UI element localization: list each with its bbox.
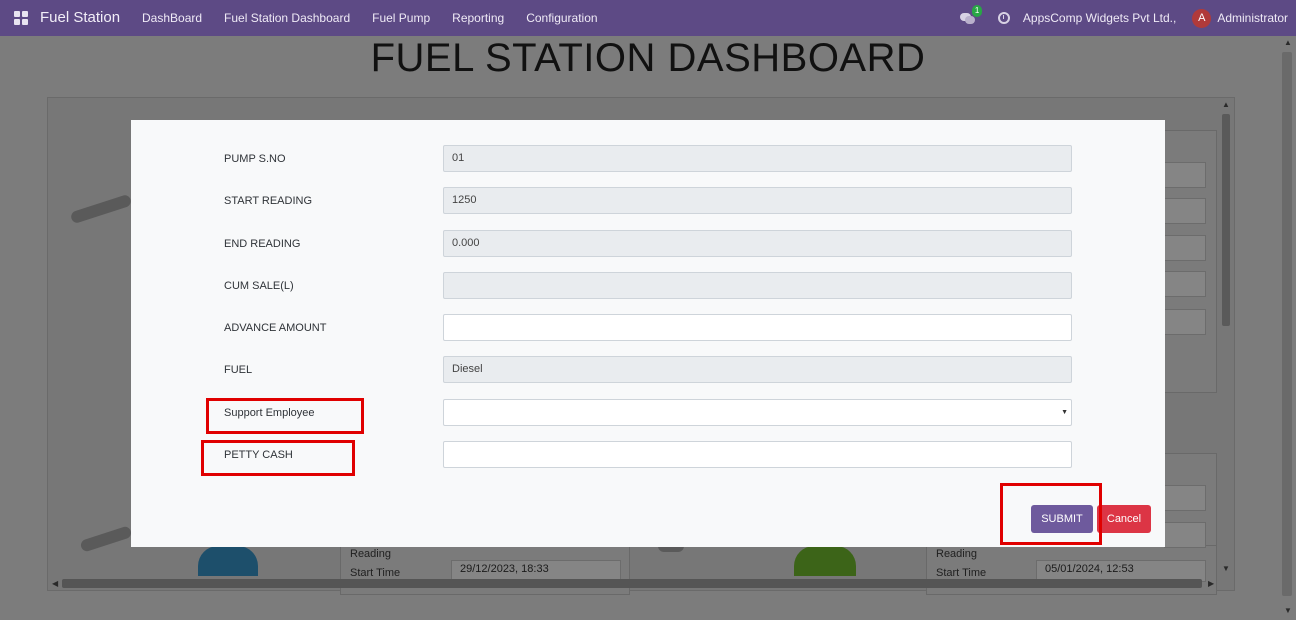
background-field: [1164, 198, 1206, 224]
background-date-field: [1164, 309, 1206, 335]
cum-sale-field[interactable]: [443, 272, 1072, 299]
background-field: [1164, 485, 1206, 511]
scroll-down-icon[interactable]: ▼: [1222, 564, 1230, 573]
advance-amount-field[interactable]: [443, 314, 1072, 341]
background-label: Start Time: [936, 567, 987, 579]
highlight-support-employee: [206, 398, 364, 434]
support-employee-select[interactable]: ▼: [443, 399, 1072, 426]
green-pump-image: [794, 546, 856, 576]
menu-item-dashboard[interactable]: DashBoard: [142, 11, 202, 25]
menu-item-reporting[interactable]: Reporting: [452, 11, 504, 25]
highlight-submit: [1000, 483, 1102, 545]
fuel-field[interactable]: Diesel: [443, 356, 1072, 383]
background-field: [1164, 522, 1206, 548]
end-reading-field[interactable]: 0.000: [443, 230, 1072, 257]
apps-menu-icon[interactable]: [14, 11, 28, 25]
panel-vertical-scrollbar[interactable]: [1222, 114, 1230, 326]
avatar[interactable]: A: [1192, 8, 1212, 28]
background-label: Start Time: [350, 567, 401, 579]
blue-pump-image: [198, 546, 258, 576]
menu-item-configuration[interactable]: Configuration: [526, 11, 597, 25]
highlight-petty-cash: [201, 440, 355, 476]
page-scroll-down-icon[interactable]: ▼: [1284, 606, 1292, 615]
background-field: [1164, 162, 1206, 188]
page-title: FUEL STATION DASHBOARD: [370, 36, 926, 80]
pump-sno-field[interactable]: 01: [443, 145, 1072, 172]
user-menu[interactable]: Administrator: [1217, 11, 1288, 25]
company-switcher[interactable]: AppsComp Widgets Pvt Ltd.,: [1023, 11, 1176, 25]
chevron-down-icon: ▼: [1061, 409, 1068, 416]
messages-icon[interactable]: 1: [959, 5, 983, 25]
navbar-right: 1 AppsComp Widgets Pvt Ltd., A Administr…: [959, 0, 1296, 36]
menu-item-fuel-station-dashboard[interactable]: Fuel Station Dashboard: [224, 11, 350, 25]
end-reading-label: END READING: [224, 238, 301, 250]
scroll-left-icon[interactable]: ◀: [52, 579, 58, 588]
app-name[interactable]: Fuel Station: [40, 9, 120, 26]
cancel-button[interactable]: Cancel: [1097, 505, 1151, 533]
pump-sno-label: PUMP S.NO: [224, 153, 286, 165]
message-count-badge: 1: [971, 5, 983, 17]
petty-cash-field[interactable]: [443, 441, 1072, 468]
main-menu: DashBoard Fuel Station Dashboard Fuel Pu…: [142, 11, 620, 25]
background-field: [1164, 271, 1206, 297]
background-field: [1164, 235, 1206, 261]
fuel-label: FUEL: [224, 364, 253, 376]
background-label: Reading: [350, 548, 391, 560]
activity-clock-icon[interactable]: [997, 12, 1010, 24]
menu-item-fuel-pump[interactable]: Fuel Pump: [372, 11, 430, 25]
advance-amount-label: ADVANCE AMOUNT: [224, 322, 327, 334]
start-reading-label: START READING: [224, 195, 313, 207]
top-navbar: Fuel Station DashBoard Fuel Station Dash…: [0, 0, 1296, 36]
scroll-right-icon[interactable]: ▶: [1208, 579, 1214, 588]
background-label: Reading: [936, 548, 977, 560]
cum-sale-label: CUM SALE(L): [224, 280, 294, 292]
scroll-up-icon[interactable]: ▲: [1222, 100, 1230, 109]
page-scroll-up-icon[interactable]: ▲: [1284, 38, 1292, 47]
horizontal-scrollbar[interactable]: [62, 579, 1202, 588]
start-reading-field[interactable]: 1250: [443, 187, 1072, 214]
page-vertical-scrollbar[interactable]: [1282, 52, 1292, 596]
